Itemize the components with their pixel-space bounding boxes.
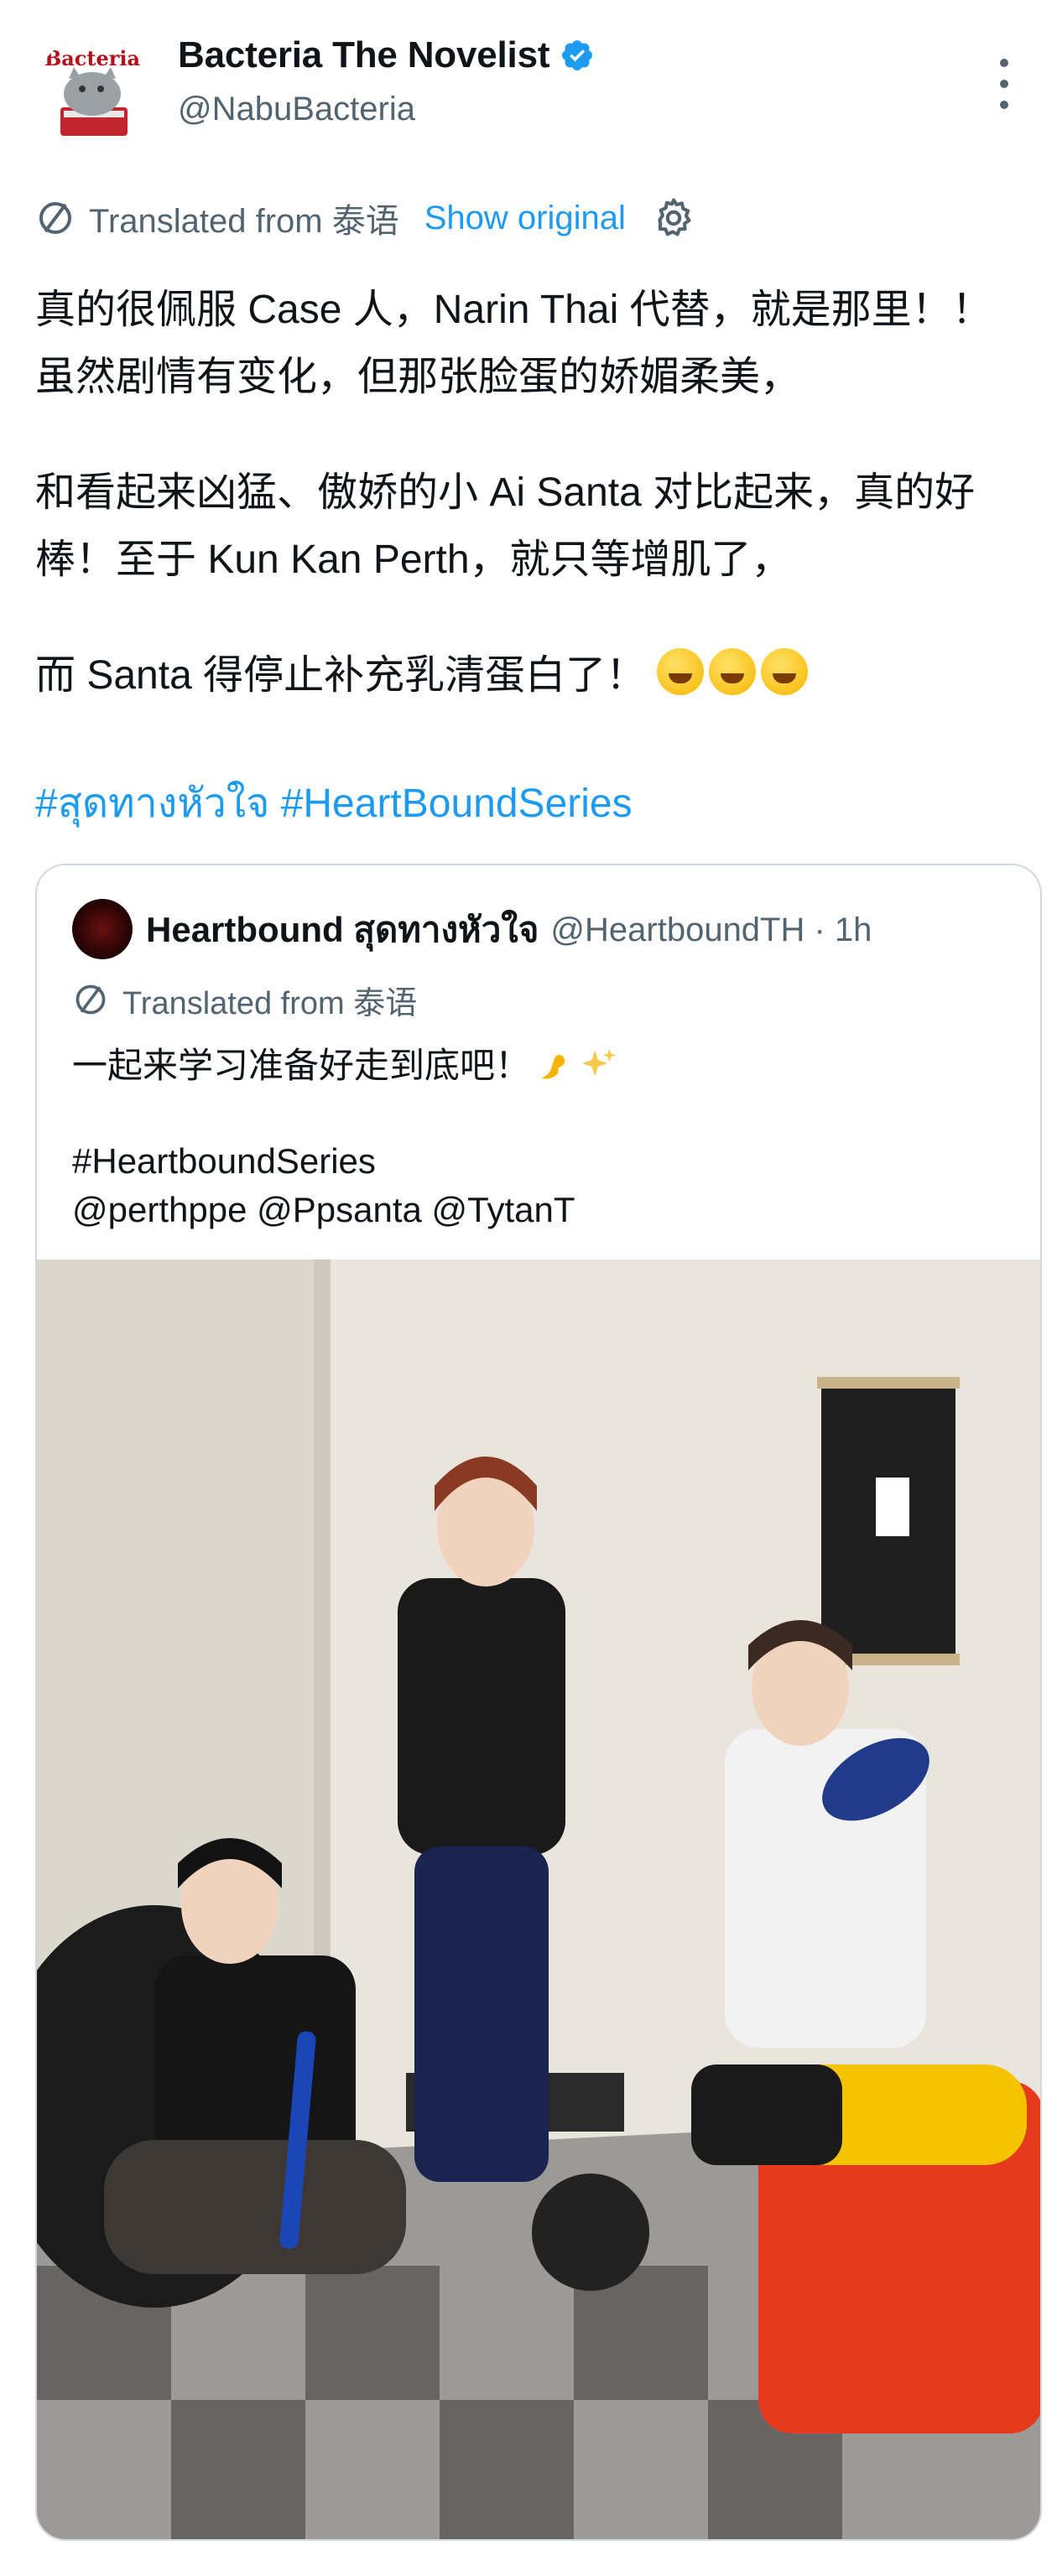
tweet-paragraph-2: 和看起来凶猛、傲娇的小 Ai Santa 对比起来，真的好棒！至于 Kun Ka… — [35, 470, 976, 582]
quote-line-2[interactable]: #HeartboundSeries — [72, 1137, 1012, 1186]
quote-author-name[interactable]: Heartbound สุดทางหัวใจ — [146, 902, 539, 958]
translate-icon — [76, 984, 106, 1015]
quote-media-photo[interactable] — [37, 1259, 1040, 2539]
tweet-hashtags[interactable]: #สุดทางหัวใจ #HeartBoundSeries — [35, 771, 633, 835]
quote-line-3[interactable]: @perthppe @Ppsanta @TytanT — [72, 1186, 1012, 1234]
more-options-icon[interactable] — [992, 59, 1017, 109]
settings-gear-icon[interactable] — [651, 195, 696, 241]
svg-text:Bacteria: Bacteria — [44, 46, 140, 70]
translate-icon — [39, 202, 71, 234]
tweet-paragraph-1: 真的很佩服 Case 人，Narin Thai 代替，就是那里！！ 虽然剧情有变… — [35, 288, 992, 399]
quoted-tweet[interactable]: Heartbound สุดทางหัวใจ @HeartboundTH · 1… — [35, 864, 1042, 2541]
laughing-emoji-icon — [761, 648, 809, 695]
author-avatar[interactable]: Bacteria — [35, 35, 149, 149]
quote-translation-bar: Translated from 泰语 — [72, 976, 417, 1023]
sparkles-emoji-icon — [581, 1048, 617, 1077]
quote-handle-time: @HeartboundTH · 1h — [550, 911, 872, 948]
verified-badge-icon — [562, 40, 593, 70]
quote-translated-label: Translated from 泰语 — [122, 985, 418, 1021]
laughing-emoji-icon — [657, 648, 705, 695]
author-handle[interactable]: @NabuBacteria — [178, 91, 415, 128]
quote-body: 一起来学习准备好走到底吧！ #HeartboundSeries @perthpp… — [72, 1041, 1012, 1234]
translated-from-label: Translated from 泰语 — [89, 203, 399, 240]
translation-bar: Translated from 泰语 Show original — [35, 193, 696, 243]
laughing-emoji-icon — [709, 648, 757, 695]
quote-line-1: 一起来学习准备好走到底吧！ — [72, 1041, 1012, 1090]
author-name[interactable]: Bacteria The Novelist — [178, 34, 550, 76]
tweet-paragraph-3-text: 而 Santa 得停止补充乳清蛋白了！ — [35, 653, 647, 698]
tweet-paragraph-3: 而 Santa 得停止补充乳清蛋白了！ — [35, 642, 1025, 709]
tweet-header: Bacteria Bacteria The Novelist @NabuBact… — [35, 30, 1022, 149]
quote-author-avatar[interactable] — [72, 899, 133, 959]
tweet-body: 真的很佩服 Case 人，Narin Thai 代替，就是那里！！ 虽然剧情有变… — [35, 277, 1025, 758]
flexed-biceps-emoji-icon — [541, 1055, 565, 1079]
show-original-link[interactable]: Show original — [424, 200, 626, 237]
